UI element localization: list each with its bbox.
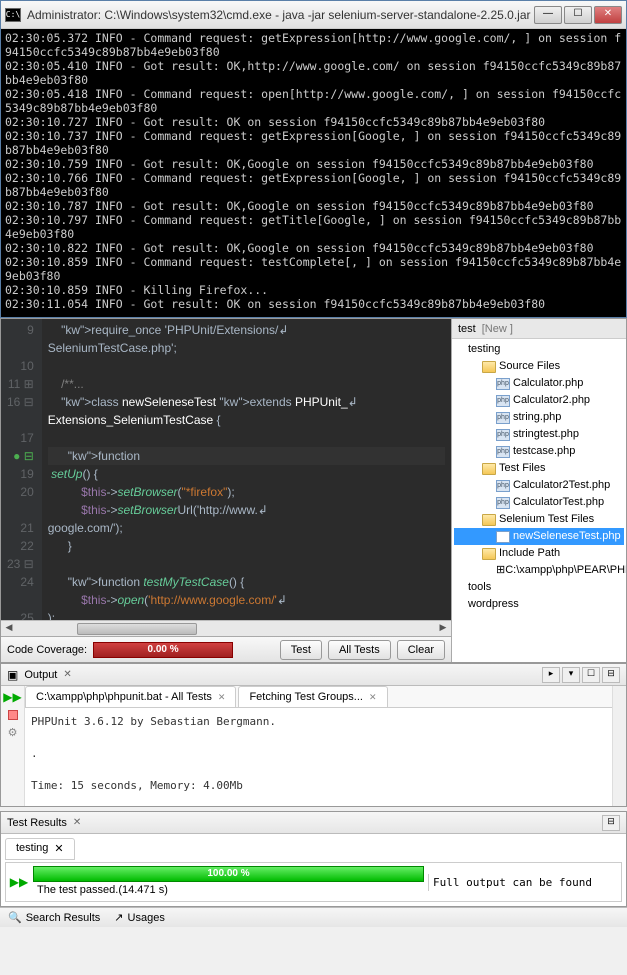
clear-button[interactable]: Clear — [397, 640, 445, 660]
stop-icon[interactable] — [8, 710, 18, 720]
minimize-button[interactable]: — — [534, 6, 562, 24]
test-results-title: Test Results — [7, 817, 67, 829]
tree-header-new: [New ] — [482, 323, 513, 335]
search-icon: 🔍 — [8, 911, 22, 924]
tree-file[interactable]: phpCalculator2.php — [454, 392, 624, 409]
settings-icon[interactable]: ⚙ — [8, 726, 18, 739]
vertical-scrollbar[interactable] — [612, 686, 626, 806]
tree-header-name: test — [458, 323, 476, 335]
tree-path[interactable]: ⊞ C:\xampp\php\PEAR\PHP — [454, 562, 624, 579]
output-title: Output — [24, 669, 57, 681]
output-tab[interactable]: Fetching Test Groups...✕ — [238, 686, 387, 707]
test-results-header: Test Results ✕ ⊟ — [1, 812, 626, 834]
close-icon[interactable]: ✕ — [54, 842, 63, 856]
code-editor[interactable]: "kw">require_once 'PHPUnit/Extensions/↲ … — [42, 319, 451, 620]
project-tree-pane: test [New ] testing Source Files phpCalc… — [451, 319, 626, 662]
close-icon[interactable]: ✕ — [218, 692, 226, 703]
output-close-icon[interactable]: ✕ — [63, 669, 71, 680]
output-tool-button[interactable]: ☐ — [582, 667, 600, 683]
minimize-icon[interactable]: ⊟ — [602, 815, 620, 831]
close-icon[interactable]: ✕ — [73, 817, 81, 828]
status-bar: 🔍Search Results ↗Usages — [0, 907, 627, 927]
test-message: The test passed.(14.471 s) — [33, 882, 424, 898]
usages-icon: ↗ — [114, 911, 123, 924]
output-tab[interactable]: C:\xampp\php\phpunit.bat - All Tests✕ — [25, 686, 236, 707]
output-text: PHPUnit 3.6.12 by Sebastian Bergmann. . … — [25, 708, 612, 806]
coverage-bar: 0.00 % — [93, 642, 233, 658]
output-panel: ▣ Output ✕ ▸ ▾ ☐ ⊟ ▶▶ ⚙ C:\xampp\php\php… — [0, 663, 627, 807]
tree-test-files[interactable]: Test Files — [454, 460, 624, 477]
test-progress-bar: 100.00 % — [33, 866, 424, 882]
tree-file[interactable]: phptestcase.php — [454, 443, 624, 460]
cmd-icon: C:\ — [5, 8, 21, 22]
maximize-button[interactable]: ☐ — [564, 6, 592, 24]
tree-source-files[interactable]: Source Files — [454, 358, 624, 375]
ide-area: 9 1011 ⊞16 ⊟ 17 ● ⊟1920 2122 23 ⊟24 2526… — [0, 318, 627, 663]
tree-include-path[interactable]: Include Path — [454, 545, 624, 562]
horizontal-scrollbar[interactable]: ◀▶ — [1, 620, 451, 636]
close-icon[interactable]: ✕ — [369, 692, 377, 703]
output-icon: ▣ — [7, 668, 18, 682]
test-output-hint: Full output can be found — [428, 874, 618, 891]
editor-pane: 9 1011 ⊞16 ⊟ 17 ● ⊟1920 2122 23 ⊟24 2526… — [1, 319, 451, 662]
tree-file[interactable]: phpCalculatorTest.php — [454, 494, 624, 511]
line-gutter: 9 1011 ⊞16 ⊟ 17 ● ⊟1920 2122 23 ⊟24 2526 — [1, 319, 42, 620]
test-results-panel: Test Results ✕ ⊟ testing✕ ▶▶ 100.00 % Th… — [0, 811, 627, 907]
output-header: ▣ Output ✕ ▸ ▾ ☐ ⊟ — [1, 664, 626, 686]
output-tabs: C:\xampp\php\phpunit.bat - All Tests✕ Fe… — [25, 686, 612, 708]
all-tests-button[interactable]: All Tests — [328, 640, 391, 660]
run-icon[interactable]: ▶▶ — [3, 690, 21, 704]
tree-file[interactable]: phpstringtest.php — [454, 426, 624, 443]
editor-toolbar: Code Coverage: 0.00 % Test All Tests Cle… — [1, 636, 451, 662]
tree-file[interactable]: phpCalculator2Test.php — [454, 477, 624, 494]
tree-tools[interactable]: tools — [454, 579, 624, 596]
tree-file[interactable]: phpstring.php — [454, 409, 624, 426]
project-tree: testing Source Files phpCalculator.php p… — [452, 339, 626, 615]
close-button[interactable]: ✕ — [594, 6, 622, 24]
tree-file-selected[interactable]: newSeleneseTest.php — [454, 528, 624, 545]
output-tool-button[interactable]: ⊟ — [602, 667, 620, 683]
tree-selenium-files[interactable]: Selenium Test Files — [454, 511, 624, 528]
test-tab[interactable]: testing✕ — [5, 838, 75, 860]
tree-wordpress[interactable]: wordpress — [454, 596, 624, 613]
output-gutter: ▶▶ ⚙ — [1, 686, 25, 806]
console-window: C:\ Administrator: C:\Windows\system32\c… — [0, 0, 627, 318]
tree-header: test [New ] — [452, 319, 626, 339]
console-output: 02:30:05.372 INFO - Command request: get… — [1, 29, 626, 317]
tree-root[interactable]: testing — [454, 341, 624, 358]
console-titlebar[interactable]: C:\ Administrator: C:\Windows\system32\c… — [1, 1, 626, 29]
console-title: Administrator: C:\Windows\system32\cmd.e… — [27, 8, 534, 22]
search-results-tab[interactable]: 🔍Search Results — [8, 911, 100, 924]
output-tool-button[interactable]: ▸ — [542, 667, 560, 683]
tree-file[interactable]: phpCalculator.php — [454, 375, 624, 392]
output-tool-button[interactable]: ▾ — [562, 667, 580, 683]
usages-tab[interactable]: ↗Usages — [114, 911, 165, 924]
coverage-label: Code Coverage: — [7, 644, 87, 656]
run-icon[interactable]: ▶▶ — [9, 875, 29, 889]
test-button[interactable]: Test — [280, 640, 322, 660]
